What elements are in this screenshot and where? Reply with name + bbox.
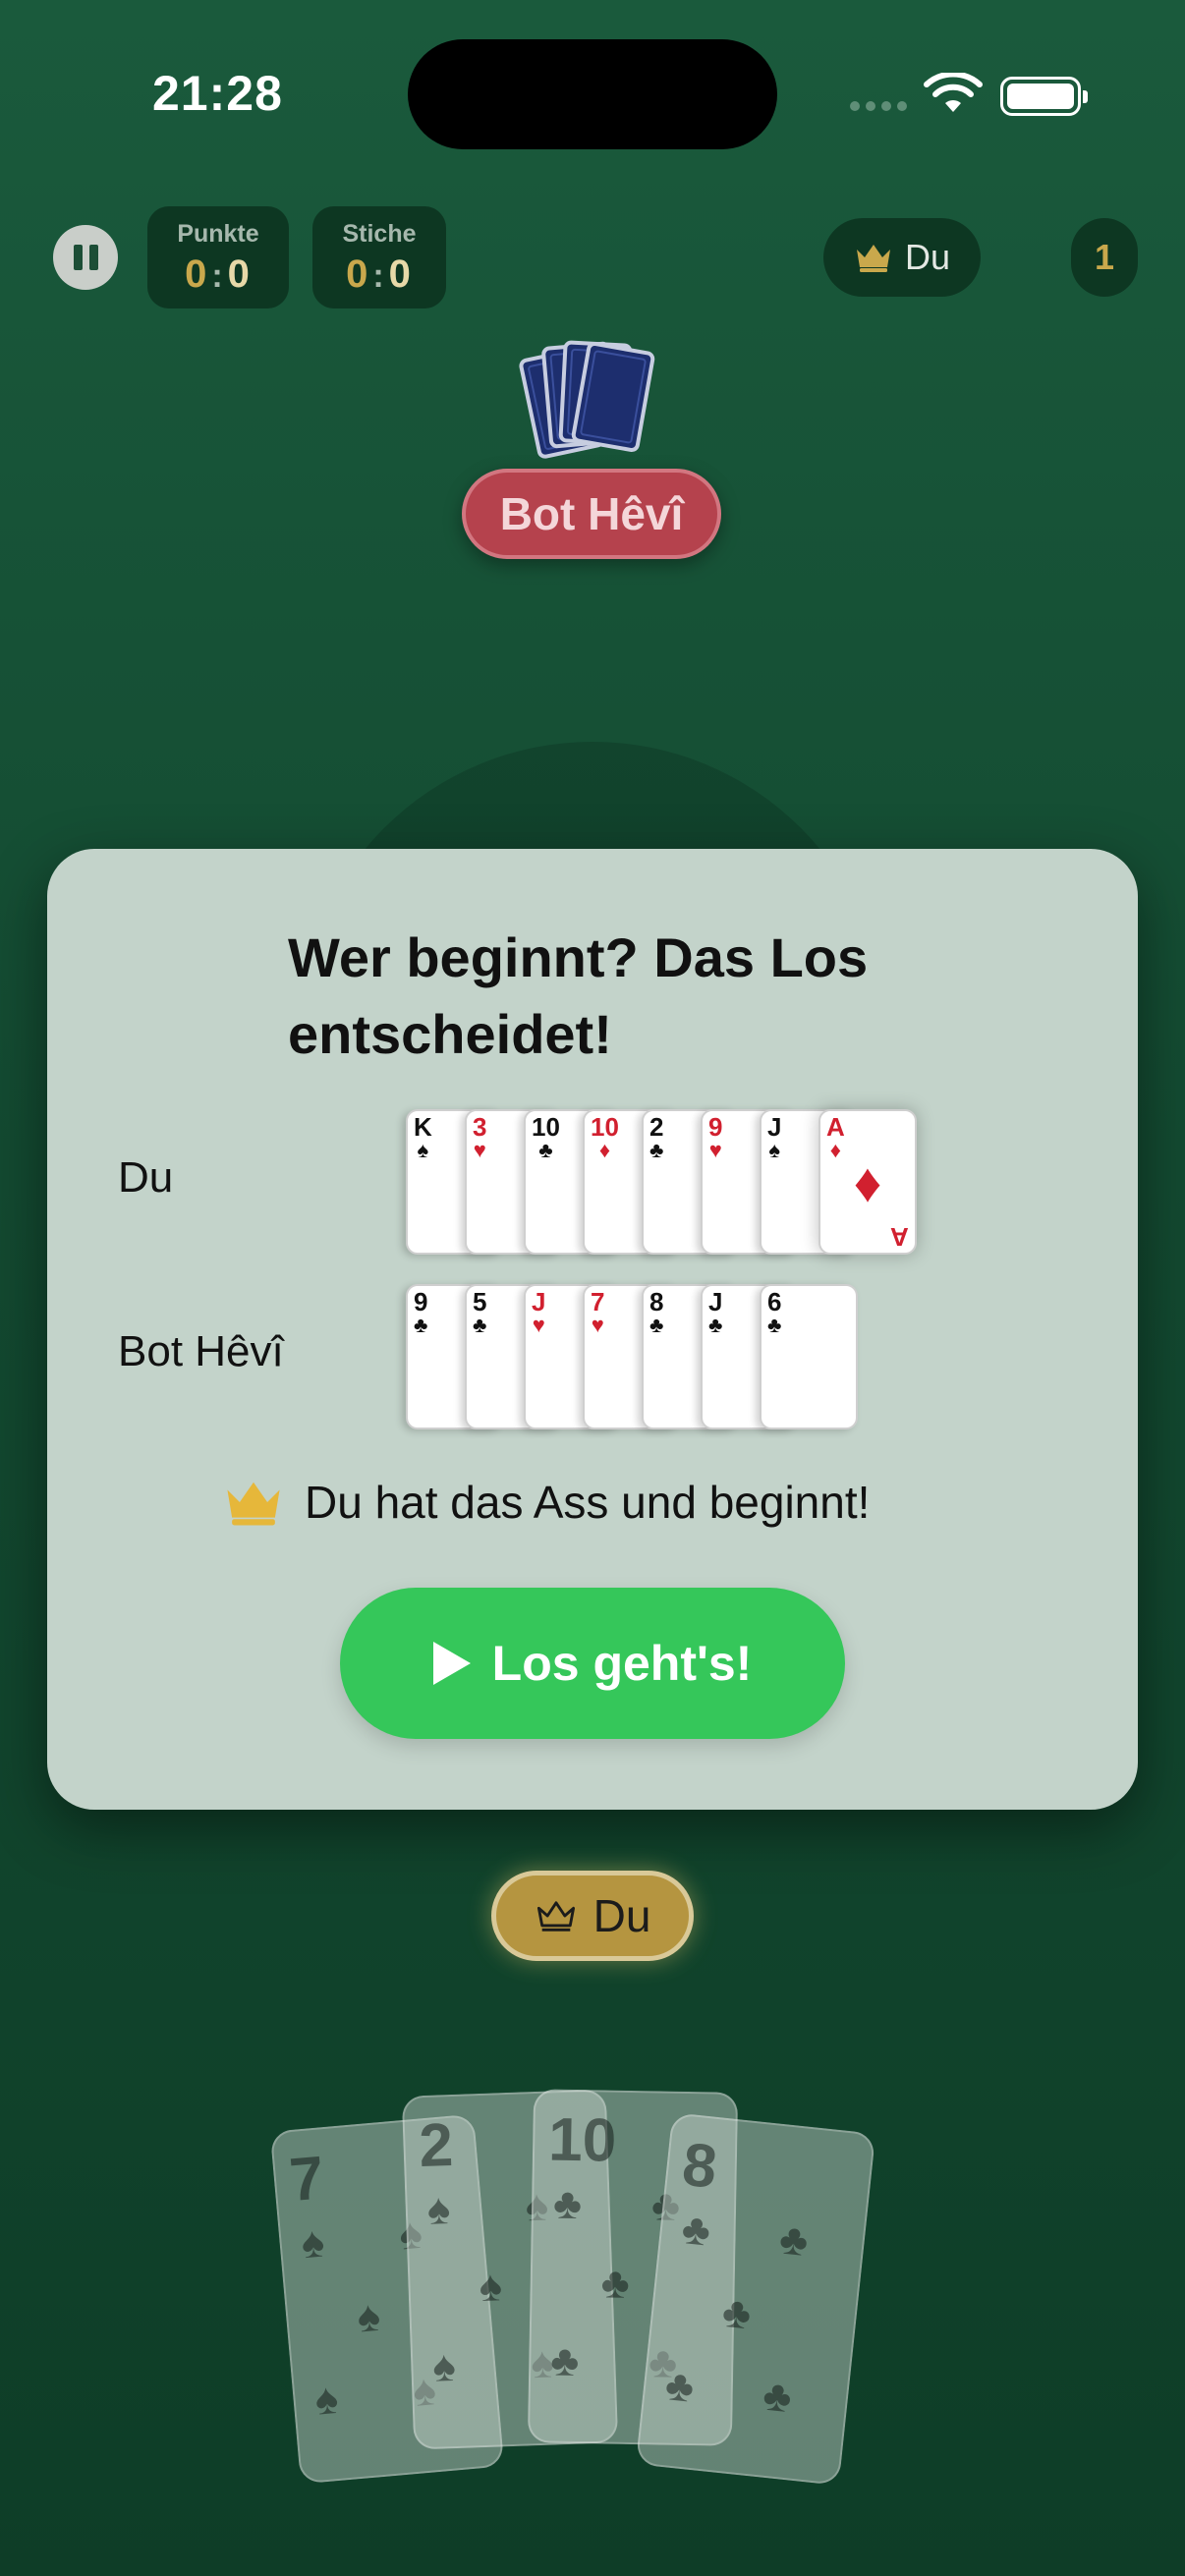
hand-card-rank: 10 bbox=[547, 2105, 617, 2175]
signal-icon bbox=[850, 101, 907, 111]
opponent-name-badge: Bot Hêvî bbox=[462, 469, 721, 559]
player-name: Du bbox=[592, 1890, 651, 1941]
player-name-badge: Du bbox=[491, 1871, 694, 1961]
card-suit: ♣ bbox=[473, 1313, 487, 1337]
card-rank: 10 ♦ bbox=[591, 1112, 619, 1162]
hand-card-pip: ♠ bbox=[299, 2217, 327, 2268]
you-row-label: Du bbox=[118, 1153, 174, 1202]
crown-icon bbox=[856, 245, 890, 272]
points-you: 0 bbox=[185, 252, 209, 296]
card-suit: ♣ bbox=[767, 1313, 782, 1337]
card-suit: ♣ bbox=[649, 1313, 664, 1337]
card-suit: ♣ bbox=[708, 1313, 723, 1337]
pause-button[interactable] bbox=[53, 225, 118, 290]
card-suit: ♥ bbox=[532, 1313, 545, 1337]
card-suit: ♣ bbox=[538, 1138, 553, 1162]
points-separator: : bbox=[211, 257, 225, 295]
card-suit: ♥ bbox=[473, 1138, 486, 1162]
card-suit: ♣ bbox=[414, 1313, 428, 1337]
current-player-indicator: Du bbox=[823, 218, 981, 297]
card-rank: 2 ♣ bbox=[649, 1112, 664, 1162]
card-rank: 6 ♣ bbox=[767, 1287, 782, 1337]
you-drawn-cards: K ♠ 3 ♥ 10 ♣ 10 ♦ 2 ♣ 9 ♥ J ♠ A ♦ ♦ A bbox=[406, 1109, 976, 1255]
start-game-label: Los geht's! bbox=[491, 1636, 753, 1691]
crown-outline-icon bbox=[536, 1901, 575, 1932]
who-starts-dialog: Wer beginnt? Das Los entscheidet! Du K ♠ 3… bbox=[47, 849, 1138, 1810]
card-rank: J ♣ bbox=[708, 1287, 723, 1337]
hand-card-pip: ♣ bbox=[549, 2336, 580, 2386]
card-suit: ♦ bbox=[598, 1138, 611, 1162]
hand-card-pip: ♠ bbox=[425, 2185, 452, 2234]
hand-card-rank: 7 bbox=[287, 2144, 327, 2215]
card-rank: 7 ♥ bbox=[591, 1287, 605, 1337]
card-rank: 9 ♣ bbox=[414, 1287, 428, 1337]
draw-result: Du hat das Ass und beginnt! bbox=[222, 1476, 870, 1529]
hand-card-pip: ♣ bbox=[679, 2204, 713, 2256]
hand-card-pip: ♣ bbox=[719, 2287, 754, 2339]
hand-card-pip: ♠ bbox=[355, 2291, 382, 2342]
dialog-title: Wer beginnt? Das Los entscheidet! bbox=[288, 926, 869, 1065]
card-suit: ♠ bbox=[768, 1138, 781, 1162]
battery-icon bbox=[1000, 77, 1088, 116]
status-time: 21:28 bbox=[152, 66, 283, 121]
tricks-label: Stiche bbox=[342, 220, 417, 248]
points-value: 0:0 bbox=[147, 252, 289, 297]
tricks-score: Stiche 0:0 bbox=[312, 206, 446, 308]
card-rank: 3 ♥ bbox=[473, 1112, 487, 1162]
play-icon bbox=[432, 1642, 471, 1685]
drawn-card: A ♦ ♦ A bbox=[818, 1109, 917, 1255]
card-rank: K ♠ bbox=[414, 1112, 432, 1162]
player-hand: 7 ♠ ♠ ♠ ♠ ♠ 2 ♠ ♠ ♠ ♠ ♠ 10 ♣ ♣ ♣ ♣ ♣ 8 ♣ ♣ ♣ ♣ ♣ bbox=[265, 2083, 933, 2495]
pause-icon-bar bbox=[88, 245, 98, 270]
tricks-you: 0 bbox=[346, 252, 370, 296]
hand-card-pip: ♠ bbox=[478, 2262, 503, 2312]
hand-card-rank: 2 bbox=[418, 2110, 455, 2181]
hand-card-pip: ♣ bbox=[662, 2361, 697, 2412]
hand-card-pip: ♣ bbox=[776, 2214, 811, 2267]
card-suit: ♠ bbox=[417, 1138, 429, 1162]
card-rank: 5 ♣ bbox=[473, 1287, 487, 1337]
hand-card[interactable]: 8 ♣ ♣ ♣ ♣ ♣ bbox=[635, 2112, 876, 2486]
card-center-suit: ♦ bbox=[853, 1151, 882, 1213]
card-rank: J ♠ bbox=[767, 1112, 782, 1162]
hand-card-pip: ♠ bbox=[312, 2374, 341, 2425]
card-rank: 8 ♣ bbox=[649, 1287, 664, 1337]
draw-result-text: Du hat das Ass und beginnt! bbox=[305, 1477, 871, 1528]
tricks-separator: : bbox=[372, 257, 386, 295]
tricks-opponent: 0 bbox=[388, 252, 413, 296]
card-rank: 10 ♣ bbox=[532, 1112, 560, 1162]
dynamic-island bbox=[408, 39, 777, 149]
round-badge: 1 bbox=[1071, 218, 1138, 297]
hand-card-pip: ♣ bbox=[761, 2371, 795, 2423]
hand-card-rank: 8 bbox=[679, 2130, 720, 2202]
current-player-name: Du bbox=[904, 237, 951, 277]
start-game-button[interactable]: Los geht's! bbox=[340, 1588, 845, 1739]
card-rank-bottom: A bbox=[890, 1222, 909, 1252]
points-score: Punkte 0:0 bbox=[147, 206, 289, 308]
card-rank: 9 ♥ bbox=[708, 1112, 723, 1162]
tricks-value: 0:0 bbox=[312, 252, 446, 297]
points-label: Punkte bbox=[177, 220, 259, 248]
hand-card-pip: ♣ bbox=[600, 2259, 631, 2308]
bot-row-label: Bot Hêvî bbox=[118, 1327, 284, 1375]
drawn-card: 6 ♣ bbox=[760, 1284, 858, 1429]
opponent-card-stack bbox=[516, 334, 673, 462]
points-opponent: 0 bbox=[227, 252, 252, 296]
card-suit: ♣ bbox=[649, 1138, 664, 1162]
hand-card-pip: ♣ bbox=[552, 2179, 583, 2229]
pause-icon bbox=[73, 245, 83, 270]
crown-icon bbox=[227, 1482, 280, 1526]
hand-card-pip: ♠ bbox=[431, 2342, 457, 2391]
card-suit: ♥ bbox=[591, 1313, 604, 1337]
card-rank: J ♥ bbox=[532, 1287, 546, 1337]
wifi-icon bbox=[924, 73, 983, 112]
bot-drawn-cards: 9 ♣ 5 ♣ J ♥ 7 ♥ 8 ♣ J ♣ 6 ♣ bbox=[406, 1284, 868, 1429]
card-suit: ♥ bbox=[708, 1138, 722, 1162]
